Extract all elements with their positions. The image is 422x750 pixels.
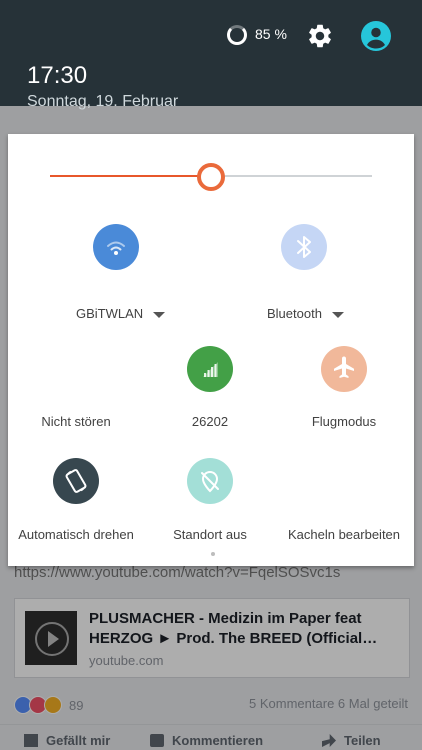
auto-rotate-tile[interactable] [53, 458, 99, 504]
page-indicator [211, 552, 215, 556]
brightness-slider-handle[interactable] [197, 163, 225, 191]
location-tile[interactable] [187, 458, 233, 504]
dnd-tile[interactable] [53, 346, 99, 392]
wifi-tile[interactable] [93, 224, 139, 270]
quick-settings-panel: GBiTWLAN Bluetooth Nicht stören 26202 Fl… [8, 134, 414, 566]
airplane-mode-tile[interactable] [321, 346, 367, 392]
airplane-icon [334, 356, 354, 378]
wifi-network-label: GBiTWLAN [76, 306, 144, 321]
edit-tiles-tile[interactable] [321, 458, 367, 504]
rotate-icon [65, 469, 87, 493]
wifi-icon [107, 241, 125, 255]
location-off-icon [201, 470, 219, 493]
chevron-down-icon[interactable] [331, 311, 344, 318]
gear-icon[interactable] [306, 22, 334, 50]
battery-icon[interactable] [227, 25, 247, 45]
date: Sonntag, 19. Februar [27, 93, 179, 110]
bluetooth-label: Bluetooth [267, 306, 322, 321]
dnd-label: Nicht stören [41, 414, 111, 429]
battery-percentage: 85 % [255, 26, 287, 42]
clock: 17:30 [27, 62, 88, 89]
auto-rotate-label: Automatisch drehen [18, 527, 134, 542]
bluetooth-icon [297, 236, 311, 258]
edit-tiles-label[interactable]: Kacheln bearbeiten [274, 527, 414, 542]
chevron-down-icon[interactable] [153, 311, 166, 318]
bluetooth-tile[interactable] [281, 224, 327, 270]
mobile-data-tile[interactable] [187, 346, 233, 392]
airplane-mode-label: Flugmodus [311, 414, 377, 429]
wifi-dropdown[interactable]: GBiTWLAN [76, 306, 166, 321]
brightness-level [50, 175, 211, 177]
signal-icon [203, 362, 218, 377]
mobile-network-label: 26202 [191, 414, 229, 429]
shade-header: 85 % 17:30 Sonntag, 19. Februar [0, 0, 422, 110]
location-label: Standort aus [173, 527, 247, 542]
bluetooth-dropdown[interactable]: Bluetooth [267, 306, 344, 321]
account-icon[interactable] [361, 21, 391, 51]
